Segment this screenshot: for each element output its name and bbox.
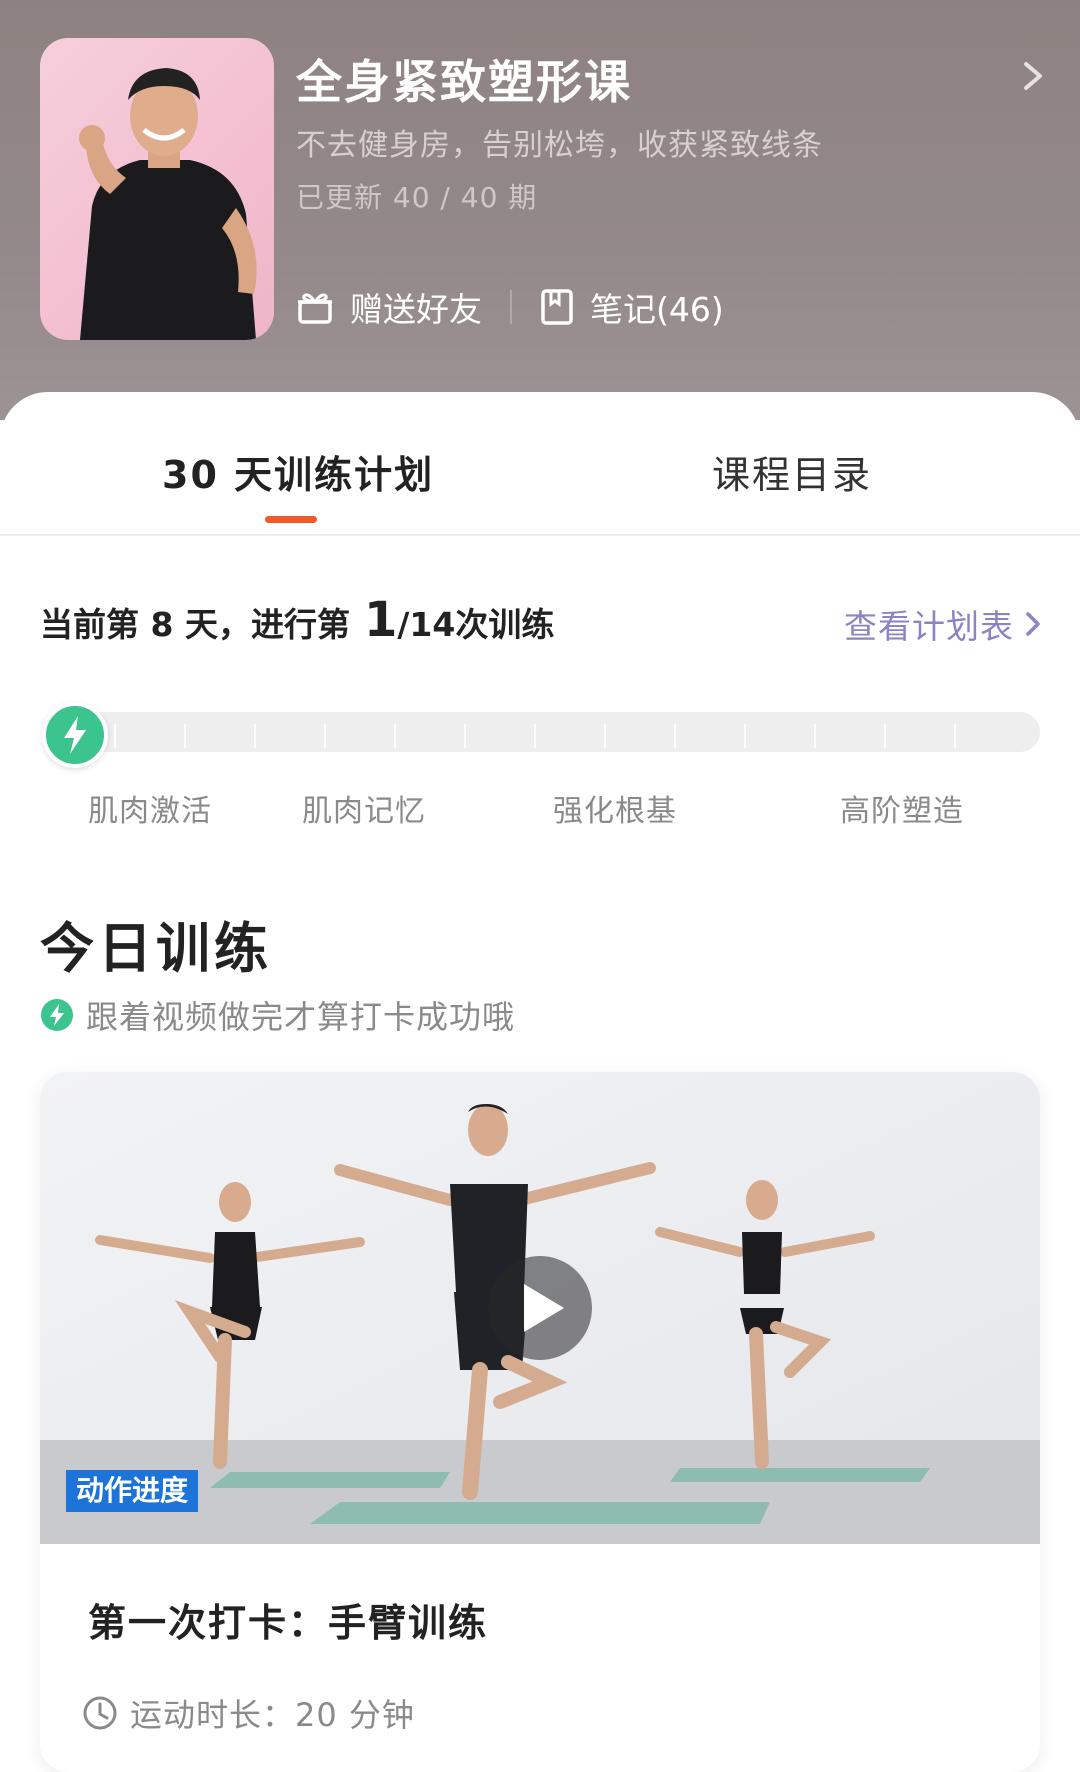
notebook-icon: [541, 289, 573, 325]
chevron-right-icon: [1026, 612, 1040, 636]
main-panel: 30 天训练计划 课程目录 当前第 8 天，进行第 1 /14 次训练 查看计划…: [0, 392, 1080, 1772]
notes-button[interactable]: 笔记(46): [540, 283, 724, 331]
lesson-video-card[interactable]: 动作进度 第一次打卡：手臂训练 运动时长：20 分钟: [40, 1072, 1040, 1772]
gift-friend-label: 赠送好友: [350, 290, 482, 329]
track-tick: [534, 724, 536, 748]
header-actions: 赠送好友 笔记(46): [296, 282, 724, 332]
stage-label: 强化根基: [553, 794, 677, 829]
action-divider: [510, 290, 512, 324]
view-plan-label: 查看计划表: [844, 607, 1014, 646]
course-cover-image[interactable]: [40, 38, 274, 340]
track-tick: [394, 724, 396, 748]
tab-course-catalog[interactable]: 课程目录: [712, 444, 872, 499]
progress-prefix: 当前第 8 天，进行第: [40, 605, 350, 644]
clock-icon: [83, 1696, 117, 1730]
chevron-right-icon[interactable]: [1018, 56, 1048, 96]
video-overlay-text: 动作进度: [76, 1474, 188, 1507]
track-tick: [324, 724, 326, 748]
lightning-icon: [41, 999, 73, 1031]
course-subtitle: 不去健身房，告别松垮，收获紧致线条: [296, 128, 823, 163]
track-tick: [114, 724, 116, 748]
today-tip-text: 跟着视频做完才算打卡成功哦: [86, 998, 516, 1036]
progress-total: /14: [397, 605, 456, 644]
track-tick: [604, 724, 606, 748]
training-progress-track: [44, 712, 1040, 752]
track-tick: [744, 724, 746, 748]
lesson-title: 第一次打卡：手臂训练: [88, 1601, 489, 1645]
coach-illustration: [79, 68, 257, 340]
tab-training-plan[interactable]: 30 天训练计划: [162, 444, 434, 499]
track-tick: [674, 724, 676, 748]
today-training-title: 今日训练: [40, 917, 272, 980]
track-tick: [184, 724, 186, 748]
course-header: 全身紧致塑形课 不去健身房，告别松垮，收获紧致线条 已更新 40 / 40 期 …: [0, 0, 1080, 420]
progress-current: 1: [363, 592, 398, 648]
course-update-count: 已更新 40 / 40 期: [296, 181, 538, 214]
track-tick: [254, 724, 256, 748]
today-training-tip: 跟着视频做完才算打卡成功哦: [40, 992, 515, 1038]
training-progress-text: 当前第 8 天，进行第 1 /14 次训练: [40, 592, 554, 648]
progress-suffix: 次训练: [455, 605, 555, 644]
view-plan-link[interactable]: 查看计划表: [844, 600, 1042, 648]
stage-label: 高阶塑造: [840, 794, 964, 829]
stage-label: 肌肉激活: [88, 794, 212, 829]
lesson-duration-text: 运动时长：20 分钟: [130, 1696, 415, 1734]
tab-bar: 30 天训练计划 课程目录: [0, 392, 1080, 536]
track-tick: [814, 724, 816, 748]
video-overlay-badge: 动作进度: [66, 1470, 198, 1512]
course-title: 全身紧致塑形课: [296, 55, 632, 109]
gift-icon: [298, 293, 332, 324]
gift-friend-button[interactable]: 赠送好友: [296, 283, 482, 331]
stage-label: 肌肉记忆: [302, 794, 426, 829]
track-tick: [954, 724, 956, 748]
play-button[interactable]: [488, 1256, 592, 1360]
lightning-icon: [64, 716, 86, 754]
progress-current-node: [42, 702, 108, 768]
notes-label: 笔记(46): [590, 290, 724, 329]
lesson-video-thumbnail[interactable]: 动作进度: [40, 1072, 1040, 1544]
lesson-duration: 运动时长：20 分钟: [82, 1690, 415, 1736]
track-tick: [464, 724, 466, 748]
track-tick: [884, 724, 886, 748]
active-tab-indicator: [265, 516, 317, 523]
